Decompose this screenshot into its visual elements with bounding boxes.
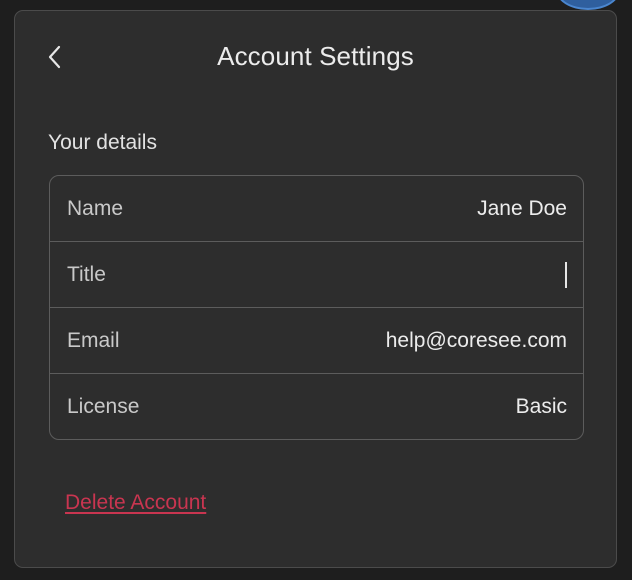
text-cursor bbox=[565, 262, 567, 288]
avatar[interactable] bbox=[556, 0, 620, 10]
email-label: Email bbox=[67, 329, 120, 352]
delete-account-link[interactable]: Delete Account bbox=[65, 489, 206, 517]
section-label-your-details: Your details bbox=[48, 131, 157, 154]
page-title: Account Settings bbox=[217, 41, 414, 71]
license-label: License bbox=[67, 395, 140, 418]
title-label: Title bbox=[67, 263, 106, 286]
details-row-name: Name Jane Doe bbox=[50, 176, 583, 242]
details-row-title: Title bbox=[50, 242, 583, 308]
name-value[interactable]: Jane Doe bbox=[477, 176, 567, 241]
name-label: Name bbox=[67, 197, 124, 220]
title-input[interactable] bbox=[170, 260, 567, 290]
screen: Account Settings Your details Name Jane … bbox=[0, 0, 632, 580]
details-row-license: License Basic bbox=[50, 374, 583, 439]
email-value[interactable]: help@coresee.com bbox=[386, 308, 567, 373]
license-value[interactable]: Basic bbox=[516, 374, 567, 439]
account-settings-panel: Account Settings Your details Name Jane … bbox=[14, 10, 617, 568]
details-row-email: Email help@coresee.com bbox=[50, 308, 583, 374]
details-list: Name Jane Doe Title Email help@coresee.c… bbox=[49, 175, 584, 440]
